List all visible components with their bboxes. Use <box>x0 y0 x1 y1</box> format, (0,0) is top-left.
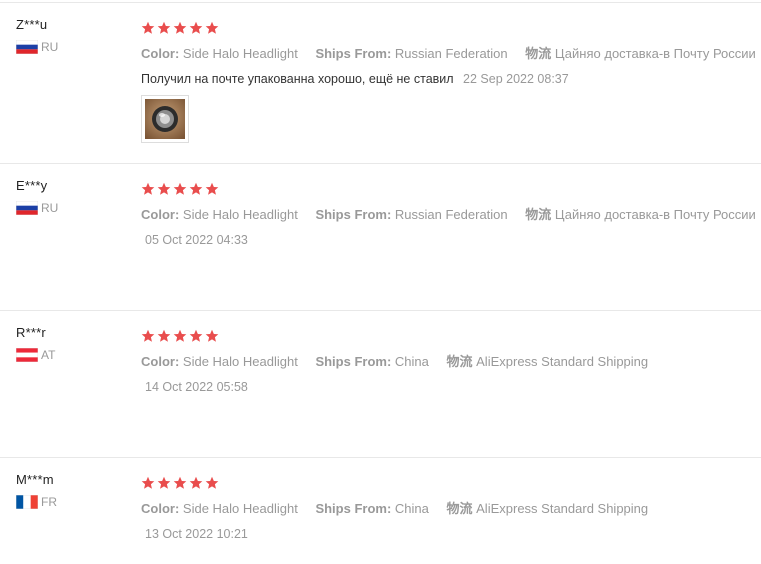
reviewer-info: R***r AT <box>16 325 55 362</box>
russia-flag-icon <box>16 40 38 54</box>
logistics-value: AliExpress Standard Shipping <box>476 354 649 369</box>
color-label: Color: <box>141 501 180 516</box>
logistics-label: 物流 <box>525 207 552 222</box>
review-content: Color: Side Halo Headlight Ships From: R… <box>141 20 761 143</box>
star-icon <box>157 182 171 196</box>
russia-flag-icon <box>16 201 38 215</box>
star-icon <box>205 182 219 196</box>
ships-from-value: China <box>394 354 429 369</box>
reviewer-country: AT <box>16 348 55 362</box>
ships-from-label: Ships From: <box>315 207 392 222</box>
austria-flag-icon <box>16 348 38 362</box>
headlight-photo-icon <box>145 99 185 139</box>
star-icon <box>141 476 155 490</box>
reviewer-country: RU <box>16 40 58 54</box>
country-code: RU <box>41 40 59 54</box>
star-icon <box>157 329 171 343</box>
star-icon <box>157 21 171 35</box>
color-label: Color: <box>141 354 180 369</box>
review-date: 13 Oct 2022 10:21 <box>145 527 248 541</box>
star-icon <box>141 182 155 196</box>
ships-from-label: Ships From: <box>315 501 392 516</box>
logistics-label: 物流 <box>446 501 473 516</box>
reviewer-info: E***y RU <box>16 178 58 215</box>
color-value: Side Halo Headlight <box>182 46 298 61</box>
star-icon <box>157 476 171 490</box>
country-code: RU <box>41 201 59 215</box>
reviewer-country: RU <box>16 201 58 215</box>
review-item: R***r AT Color: Side Halo Headlight Ship… <box>0 311 761 458</box>
review-content: Color: Side Halo Headlight Ships From: C… <box>141 328 761 394</box>
star-icon <box>205 329 219 343</box>
color-label: Color: <box>141 46 180 61</box>
review-attributes: Color: Side Halo Headlight Ships From: C… <box>141 351 761 370</box>
reviewer-country: FR <box>16 495 57 509</box>
star-icon <box>173 21 187 35</box>
star-icon <box>189 476 203 490</box>
france-flag-icon <box>16 495 38 509</box>
star-icon <box>173 476 187 490</box>
star-icon <box>141 21 155 35</box>
reviewer-name: E***y <box>16 178 48 193</box>
star-icon <box>173 182 187 196</box>
reviewer-info: Z***u RU <box>16 17 58 54</box>
review-item: E***y RU Color: Side Halo Headlight Ship… <box>0 164 761 311</box>
logistics-value: Цайняо доставка-в Почту России <box>554 46 756 61</box>
review-text-line: Получил на почте упакованна хорошо, ещё … <box>141 72 761 86</box>
logistics-label: 物流 <box>446 354 473 369</box>
review-content: Color: Side Halo Headlight Ships From: R… <box>141 181 761 247</box>
review-date: 05 Oct 2022 04:33 <box>145 233 248 247</box>
star-rating <box>141 181 761 197</box>
color-value: Side Halo Headlight <box>182 354 298 369</box>
star-icon <box>141 329 155 343</box>
review-content: Color: Side Halo Headlight Ships From: C… <box>141 475 761 541</box>
color-label: Color: <box>141 207 180 222</box>
review-text: Получил на почте упакованна хорошо, ещё … <box>141 72 454 86</box>
star-icon <box>189 329 203 343</box>
logistics-value: Цайняо доставка-в Почту России <box>554 207 756 222</box>
ships-from-label: Ships From: <box>315 354 392 369</box>
reviewer-name: Z***u <box>16 17 48 32</box>
color-value: Side Halo Headlight <box>182 207 298 222</box>
review-attributes: Color: Side Halo Headlight Ships From: R… <box>141 204 761 223</box>
reviewer-name: R***r <box>16 325 46 340</box>
review-attributes: Color: Side Halo Headlight Ships From: R… <box>141 43 761 62</box>
review-attributes: Color: Side Halo Headlight Ships From: C… <box>141 498 761 517</box>
ships-from-value: Russian Federation <box>394 46 508 61</box>
review-date: 22 Sep 2022 08:37 <box>463 72 569 86</box>
star-rating <box>141 20 761 36</box>
review-date: 14 Oct 2022 05:58 <box>145 380 248 394</box>
star-icon <box>205 21 219 35</box>
logistics-label: 物流 <box>525 46 552 61</box>
country-code: AT <box>41 348 56 362</box>
star-icon <box>189 21 203 35</box>
ships-from-value: Russian Federation <box>394 207 508 222</box>
review-item: Z***u RU Color: Side Halo Headlight Ship… <box>0 3 761 164</box>
reviewer-info: M***m FR <box>16 472 57 509</box>
star-icon <box>189 182 203 196</box>
color-value: Side Halo Headlight <box>182 501 298 516</box>
logistics-value: AliExpress Standard Shipping <box>476 501 649 516</box>
star-rating <box>141 475 761 491</box>
reviewer-name: M***m <box>16 472 54 487</box>
ships-from-label: Ships From: <box>315 46 392 61</box>
star-rating <box>141 328 761 344</box>
star-icon <box>173 329 187 343</box>
ships-from-value: China <box>394 501 429 516</box>
review-photo-thumbnail[interactable] <box>141 95 189 143</box>
review-item: M***m FR Color: Side Halo Headlight Ship… <box>0 458 761 563</box>
star-icon <box>205 476 219 490</box>
country-code: FR <box>41 495 57 509</box>
